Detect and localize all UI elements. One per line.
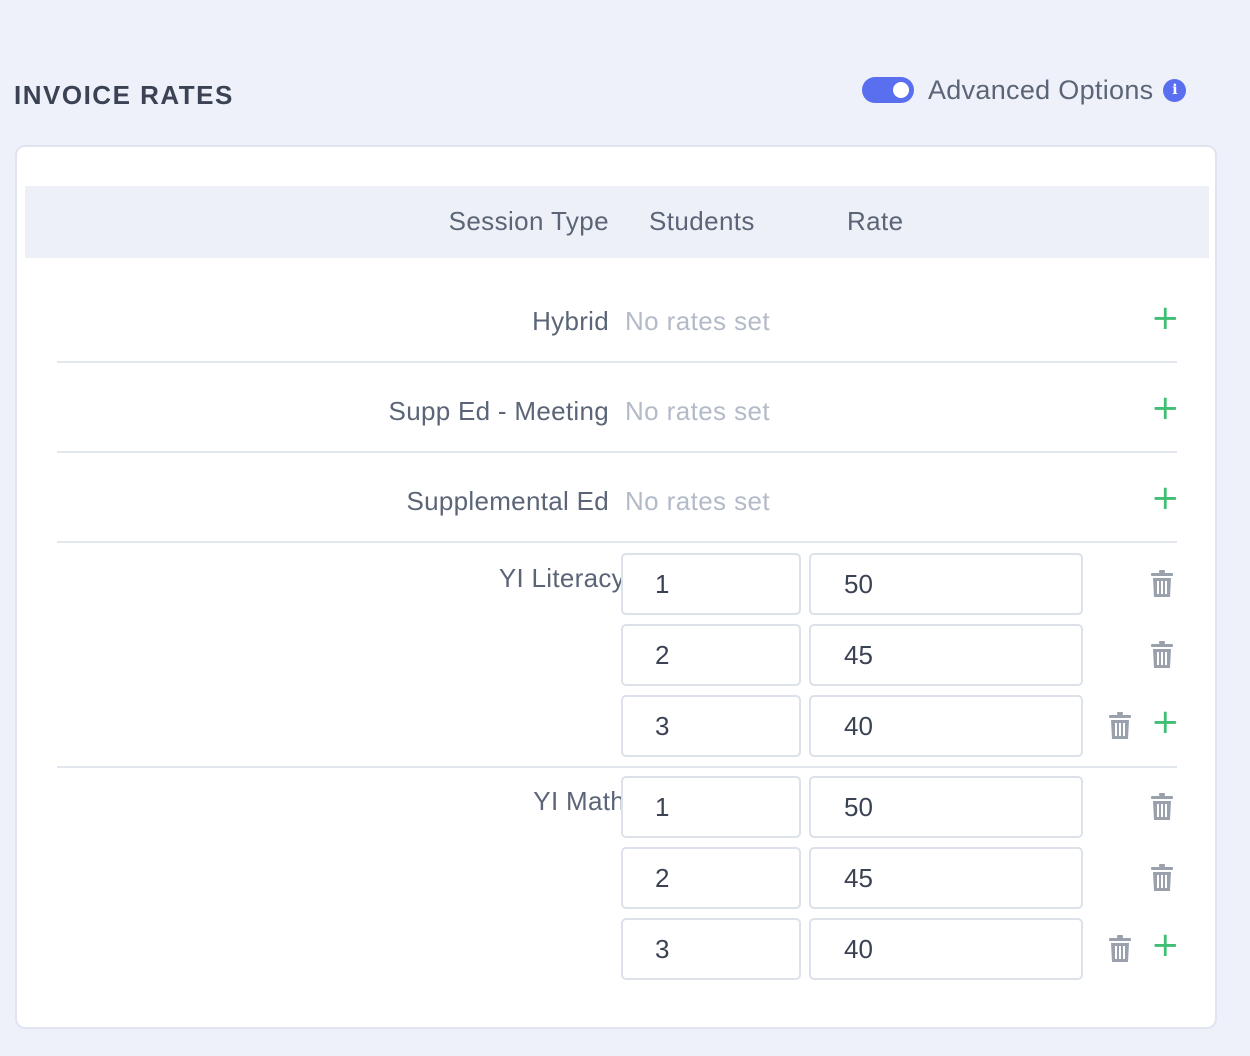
rate-input[interactable]: 40 — [809, 918, 1083, 980]
session-type-name: Hybrid — [532, 306, 609, 336]
trash-icon[interactable] — [1151, 570, 1173, 598]
table-row: Hybrid No rates set + — [57, 273, 1180, 363]
students-input[interactable]: 1 — [621, 553, 801, 615]
session-type-name: YI Literacy — [498, 563, 625, 593]
no-rates-text: No rates set — [625, 306, 770, 336]
students-input[interactable]: 2 — [621, 624, 801, 686]
rate-input[interactable]: 50 — [809, 553, 1083, 615]
rate-line: 2 45 — [621, 847, 1177, 909]
toggle-knob — [893, 82, 909, 98]
students-input[interactable]: 1 — [621, 776, 801, 838]
advanced-options: Advanced Options i — [862, 72, 1187, 108]
table-header: Session Type Students Rate — [25, 186, 1209, 258]
plus-icon[interactable]: + — [1151, 301, 1180, 335]
trash-icon[interactable] — [1109, 935, 1131, 963]
rate-line: 3 40 + — [621, 695, 1180, 757]
rate-line: 3 40 + — [621, 918, 1180, 980]
plus-icon[interactable]: + — [1151, 928, 1180, 962]
session-type-name: Supplemental Ed — [406, 486, 609, 516]
rate-line: 1 50 — [621, 776, 1177, 838]
trash-icon[interactable] — [1109, 712, 1131, 740]
header-session-type: Session Type — [448, 206, 609, 236]
session-type-name: Supp Ed - Meeting — [388, 396, 609, 426]
rate-line: 2 45 — [621, 624, 1177, 686]
no-rates-text: No rates set — [625, 486, 770, 516]
rate-input[interactable]: 50 — [809, 776, 1083, 838]
students-input[interactable]: 2 — [621, 847, 801, 909]
plus-icon[interactable]: + — [1151, 481, 1180, 515]
table-row: Supp Ed - Meeting No rates set + — [57, 363, 1180, 453]
plus-icon[interactable]: + — [1151, 705, 1180, 739]
rate-input[interactable]: 45 — [809, 624, 1083, 686]
trash-icon[interactable] — [1151, 793, 1173, 821]
rate-input[interactable]: 45 — [809, 847, 1083, 909]
rate-input[interactable]: 40 — [809, 695, 1083, 757]
page-title: INVOICE RATES — [14, 80, 234, 110]
table-row: YI Math 1 50 2 45 3 40 + — [57, 768, 1180, 991]
students-input[interactable]: 3 — [621, 695, 801, 757]
rate-line: 1 50 — [621, 553, 1177, 615]
trash-icon[interactable] — [1151, 641, 1173, 669]
advanced-options-label: Advanced Options — [928, 74, 1154, 105]
trash-icon[interactable] — [1151, 864, 1173, 892]
table-row: Supplemental Ed No rates set + — [57, 453, 1180, 543]
no-rates-text: No rates set — [625, 396, 770, 426]
header-students: Students — [649, 206, 755, 236]
session-type-name: YI Math — [533, 786, 625, 816]
invoice-rates-card: Session Type Students Rate Hybrid No rat… — [15, 145, 1217, 1029]
students-input[interactable]: 3 — [621, 918, 801, 980]
table-row: YI Literacy 1 50 2 45 3 40 + — [57, 545, 1180, 768]
info-icon[interactable]: i — [1163, 78, 1187, 102]
header-rate: Rate — [847, 206, 904, 236]
advanced-options-toggle[interactable] — [862, 77, 914, 103]
plus-icon[interactable]: + — [1151, 391, 1180, 425]
